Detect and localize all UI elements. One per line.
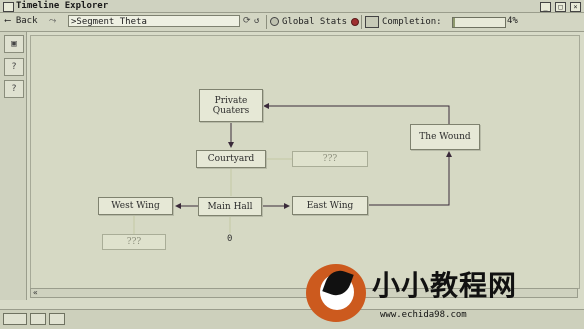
back-label: Back [15,16,38,26]
toolbar: ⟵ Back ⤳ >Segment Theta ⟳ ↺ Global Stats… [0,13,584,32]
help-icon[interactable]: ? [4,80,24,98]
location-field[interactable]: >Segment Theta [68,15,240,27]
forward-icon[interactable]: ⤳ [49,16,65,27]
left-toolbar: ▣ ? ? [0,32,27,300]
refresh-icon[interactable]: ⟳ [243,16,251,26]
view-icon[interactable] [49,313,65,325]
global-stats-button[interactable]: Global Stats [270,15,360,29]
watermark-url: www.echida98.com [380,310,467,320]
help-icon[interactable]: ? [4,58,24,76]
node-main-hall[interactable]: Main Hall [198,197,262,216]
record-dot-icon [351,17,360,26]
completion-section: Completion: [365,15,442,29]
watermark-name: 小小教程网 [372,269,518,302]
save-disk-icon[interactable]: ▣ [4,35,24,53]
completion-label: Completion: [382,17,442,27]
completion-progress-bar [452,17,506,28]
watermark-logo-icon [306,264,366,322]
title-bar: Timeline Explorer _ □ × [0,0,584,13]
reload-icon[interactable]: ↺ [254,16,259,26]
node-label-line: Quaters [212,105,250,116]
node-the-wound[interactable]: The Wound [410,124,480,150]
completion-percent: 4% [507,16,518,26]
node-west-wing[interactable]: West Wing [98,197,173,215]
back-button[interactable]: ⟵ Back [5,16,38,26]
watermark: 小小教程网 www.echida98.com [306,262,576,326]
toolbar-divider [361,15,362,29]
node-private-quarters[interactable]: Private Quaters [199,89,263,122]
toolbar-divider [266,15,267,29]
global-stats-label: Global Stats [282,17,348,27]
system-menu-icon[interactable] [3,2,14,12]
stats-icon [270,17,279,26]
timeline-explorer-window: Timeline Explorer _ □ × ⟵ Back ⤳ >Segmen… [0,0,584,329]
scroll-left-icon[interactable]: « [33,288,38,297]
node-unknown-top[interactable]: ??? [292,151,368,167]
close-icon[interactable]: × [570,2,581,12]
node-east-wing[interactable]: East Wing [292,196,368,215]
node-label-line: Private [214,95,248,106]
back-arrow-icon: ⟵ [5,16,11,26]
document-icon[interactable] [30,313,46,325]
completion-progress-fill [453,18,456,27]
maximize-icon[interactable]: □ [555,2,566,12]
node-unknown-bottom[interactable]: ??? [102,234,166,250]
node-courtyard[interactable]: Courtyard [196,150,266,168]
window-title: Timeline Explorer [16,1,109,11]
minimize-icon[interactable]: _ [540,2,551,12]
main-hall-count: 0 [227,234,233,244]
tray-icon[interactable] [3,313,27,325]
completion-icon [365,15,379,28]
